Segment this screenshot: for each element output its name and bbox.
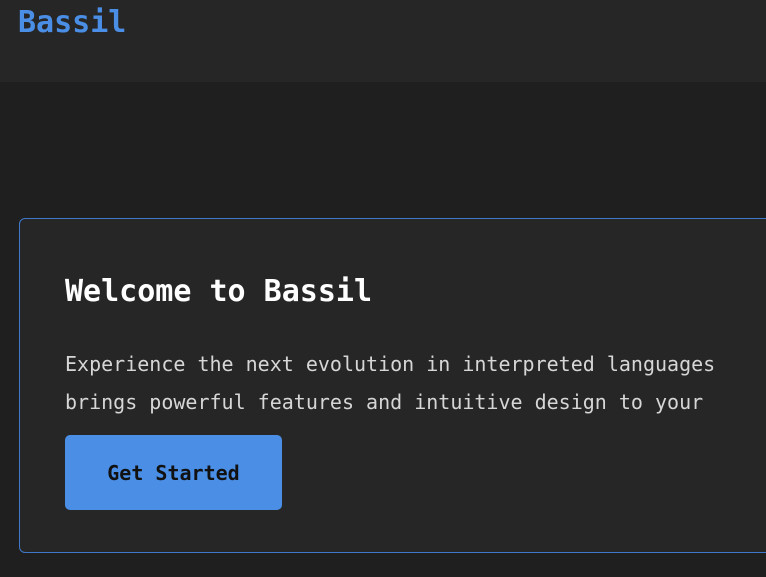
hero-description: Experience the next evolution in interpr… xyxy=(65,345,766,421)
hero-description-line-1: Experience the next evolution in interpr… xyxy=(65,352,716,376)
get-started-button[interactable]: Get Started xyxy=(65,435,282,510)
site-logo[interactable]: Bassil xyxy=(18,4,126,42)
hero-description-line-2: brings powerful features and intuitive d… xyxy=(65,390,704,414)
hero-card: Welcome to Bassil Experience the next ev… xyxy=(19,218,766,553)
site-header: Bassil xyxy=(0,0,766,82)
hero-title: Welcome to Bassil xyxy=(65,274,373,309)
